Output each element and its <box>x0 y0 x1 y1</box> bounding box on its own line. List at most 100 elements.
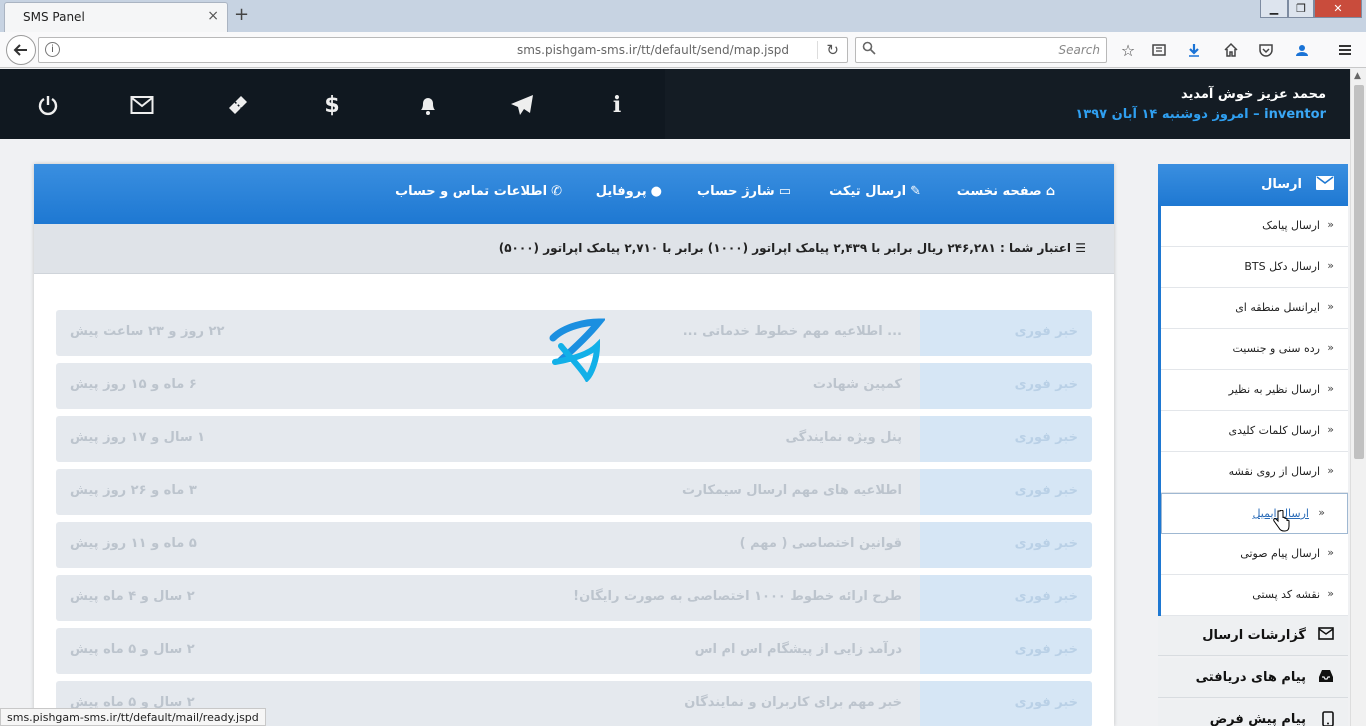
home-icon[interactable] <box>1219 38 1243 62</box>
double-chevron-icon: » <box>1327 341 1334 354</box>
username-link[interactable]: inventor <box>1264 107 1326 122</box>
sidebar-item-bts[interactable]: » ارسال دکل BTS <box>1161 247 1348 288</box>
news-badge: خبر فوری <box>1014 324 1078 339</box>
info-icon[interactable]: i <box>603 91 631 119</box>
account-icon[interactable] <box>1290 38 1314 62</box>
sidebar-item-irancell-regional[interactable]: » ایرانسل منطقه ای <box>1161 288 1348 329</box>
double-chevron-icon: » <box>1327 382 1334 395</box>
sidebar-group-reports[interactable]: گزارشات ارسال <box>1158 616 1348 656</box>
bell-icon[interactable] <box>414 91 442 119</box>
inbox-icon <box>1319 670 1333 682</box>
sidebar-send-header[interactable]: ارسال <box>1158 164 1348 206</box>
sidebar-item-voice[interactable]: » ارسال پیام صوتی <box>1161 534 1348 575</box>
tab-close-icon[interactable]: × <box>207 8 219 24</box>
news-title[interactable]: پنل ویژه نمایندگی <box>786 430 902 445</box>
news-badge: خبر فوری <box>1014 377 1078 392</box>
window-maximize-button[interactable]: ❐ <box>1288 0 1314 18</box>
news-title[interactable]: اطلاعیه های مهم ارسال سیمکارت <box>682 483 902 498</box>
top-navigation: ⌂صفحه نخست ✎ارسال تیکت ▭شارژ حساب ●پروفا… <box>34 164 1114 224</box>
window-close-button[interactable]: ✕ <box>1314 0 1362 18</box>
dollar-icon[interactable]: $ <box>318 91 346 119</box>
news-row[interactable]: خبر فوری پنل ویژه نمایندگی ۱ سال و ۱۷ رو… <box>56 416 1092 462</box>
sidebar-item-keywords[interactable]: » ارسال کلمات کلیدی <box>1161 411 1348 452</box>
header-toolbar: $ i <box>0 69 665 139</box>
envelope-outline-icon <box>1318 627 1334 640</box>
downloads-icon[interactable] <box>1182 38 1206 62</box>
browser-titlebar: SMS Panel × + ▁ ❐ ✕ <box>0 0 1366 32</box>
database-icon: ☰ <box>1075 241 1086 255</box>
sidebar: ارسال » ارسال پیامک » ارسال دکل BTS » ای… <box>1158 164 1348 726</box>
double-chevron-icon: » <box>1327 218 1334 231</box>
new-tab-button[interactable]: + <box>234 4 249 25</box>
mail-icon[interactable] <box>128 91 156 119</box>
news-row[interactable]: خبر فوری طرح ارائه خطوط ۱۰۰۰ اختصاصی به … <box>56 575 1092 621</box>
page-scrollbar[interactable]: ▲ <box>1350 69 1366 726</box>
news-title[interactable]: قوانین اختصاصی ( مهم ) <box>740 536 902 551</box>
main-panel: ⌂صفحه نخست ✎ارسال تیکت ▭شارژ حساب ●پروفا… <box>34 164 1114 726</box>
news-badge: خبر فوری <box>1014 536 1078 551</box>
news-time: ۲ سال و ۵ ماه پیش <box>70 642 195 657</box>
date-line: inventor – امروز دوشنبه ۱۴ آبان ۱۳۹۷ <box>1075 107 1326 122</box>
sidebar-item-send-sms[interactable]: » ارسال پیامک <box>1161 206 1348 247</box>
url-bar[interactable]: i sms.pishgam-sms.ir/tt/default/send/map… <box>38 37 848 63</box>
send-plane-icon[interactable] <box>508 91 536 119</box>
reload-icon[interactable]: ↻ <box>817 41 839 59</box>
double-chevron-icon: » <box>1327 546 1334 559</box>
news-time: ۱ سال و ۱۷ روز پیش <box>70 430 206 445</box>
home-icon: ⌂ <box>1045 184 1055 199</box>
news-time: ۳ ماه و ۲۶ روز پیش <box>70 483 197 498</box>
power-icon[interactable] <box>34 91 62 119</box>
sidebar-item-map[interactable]: » ارسال از روی نقشه <box>1161 452 1348 493</box>
news-title[interactable]: درآمد زایی از پیشگام اس ام اس <box>695 642 902 657</box>
phone-icon: ✆ <box>551 184 562 199</box>
sidebar-item-postal-map[interactable]: » نقشه کد پستی <box>1161 575 1348 616</box>
news-title[interactable]: خبر مهم برای کاربران و نمایندگان <box>684 695 902 710</box>
news-time: ۶ ماه و ۱۵ روز پیش <box>70 377 197 392</box>
nav-profile[interactable]: ●پروفایل <box>596 184 662 199</box>
sidebar-item-email[interactable]: » ارسال ایمیل <box>1161 493 1348 534</box>
news-badge: خبر فوری <box>1014 642 1078 657</box>
double-chevron-icon: » <box>1327 587 1334 600</box>
back-button[interactable] <box>6 35 36 65</box>
browser-navbar: i sms.pishgam-sms.ir/tt/default/send/map… <box>0 32 1366 68</box>
credit-text: ☰ اعتبار شما : ۲۴۶,۲۸۱ ریال برابر با ۲,۴… <box>498 241 1086 255</box>
sidebar-group-defaults[interactable]: پیام پیش فرض <box>1158 700 1348 726</box>
double-chevron-icon: » <box>1327 464 1334 477</box>
app-header: $ i محمد عزیز خوش آمدید inventor – امروز… <box>0 69 1350 139</box>
search-input[interactable]: Search <box>855 37 1107 63</box>
nav-ticket[interactable]: ✎ارسال تیکت <box>829 184 921 199</box>
news-title[interactable]: طرح ارائه خطوط ۱۰۰۰ اختصاصی به صورت رایگ… <box>573 589 902 604</box>
nav-home[interactable]: ⌂صفحه نخست <box>957 184 1055 199</box>
double-chevron-icon: » <box>1327 423 1334 436</box>
credit-card-icon: ▭ <box>778 184 791 199</box>
news-time: ۲۲ روز و ۲۳ ساعت پیش <box>70 324 225 339</box>
back-arrow-icon <box>13 44 27 56</box>
ticket-icon[interactable] <box>224 91 252 119</box>
news-title[interactable]: کمپین شهادت <box>813 377 902 392</box>
bookmark-star-icon[interactable]: ☆ <box>1116 38 1140 62</box>
menu-icon[interactable] <box>1333 38 1357 62</box>
date-text: – امروز دوشنبه ۱۴ آبان ۱۳۹۷ <box>1075 107 1260 122</box>
reading-list-icon[interactable] <box>1147 38 1171 62</box>
pocket-icon[interactable] <box>1254 38 1278 62</box>
window-minimize-button[interactable]: ▁ <box>1260 0 1288 18</box>
scrollbar-thumb[interactable] <box>1354 85 1364 459</box>
news-badge: خبر فوری <box>1014 695 1078 710</box>
double-chevron-icon: » <box>1327 259 1334 272</box>
news-row[interactable]: خبر فوری اطلاعیه های مهم ارسال سیمکارت ۳… <box>56 469 1092 515</box>
browser-tab[interactable]: SMS Panel × <box>4 2 228 32</box>
send-submenu: » ارسال پیامک » ارسال دکل BTS » ایرانسل … <box>1158 206 1348 616</box>
news-row[interactable]: خبر فوری درآمد زایی از پیشگام اس ام اس ۲… <box>56 628 1092 674</box>
sidebar-item-peer-to-peer[interactable]: » ارسال نظیر به نظیر <box>1161 370 1348 411</box>
nav-charge[interactable]: ▭شارژ حساب <box>697 184 791 199</box>
sidebar-item-age-gender[interactable]: » رده سنی و جنسیت <box>1161 329 1348 370</box>
status-bar: sms.pishgam-sms.ir/tt/default/mail/ready… <box>0 708 266 726</box>
news-row[interactable]: خبر فوری قوانین اختصاصی ( مهم ) ۵ ماه و … <box>56 522 1092 568</box>
mobile-icon <box>1322 711 1334 726</box>
scroll-up-icon[interactable]: ▲ <box>1354 71 1361 81</box>
sidebar-group-received[interactable]: پیام های دریافتی <box>1158 658 1348 698</box>
news-title[interactable]: ... اطلاعیه مهم خطوط خدماتی ... <box>683 324 902 339</box>
user-icon: ● <box>650 184 662 199</box>
nav-contact[interactable]: ✆اطلاعات تماس و حساب <box>395 184 562 199</box>
site-info-icon[interactable]: i <box>45 42 60 57</box>
